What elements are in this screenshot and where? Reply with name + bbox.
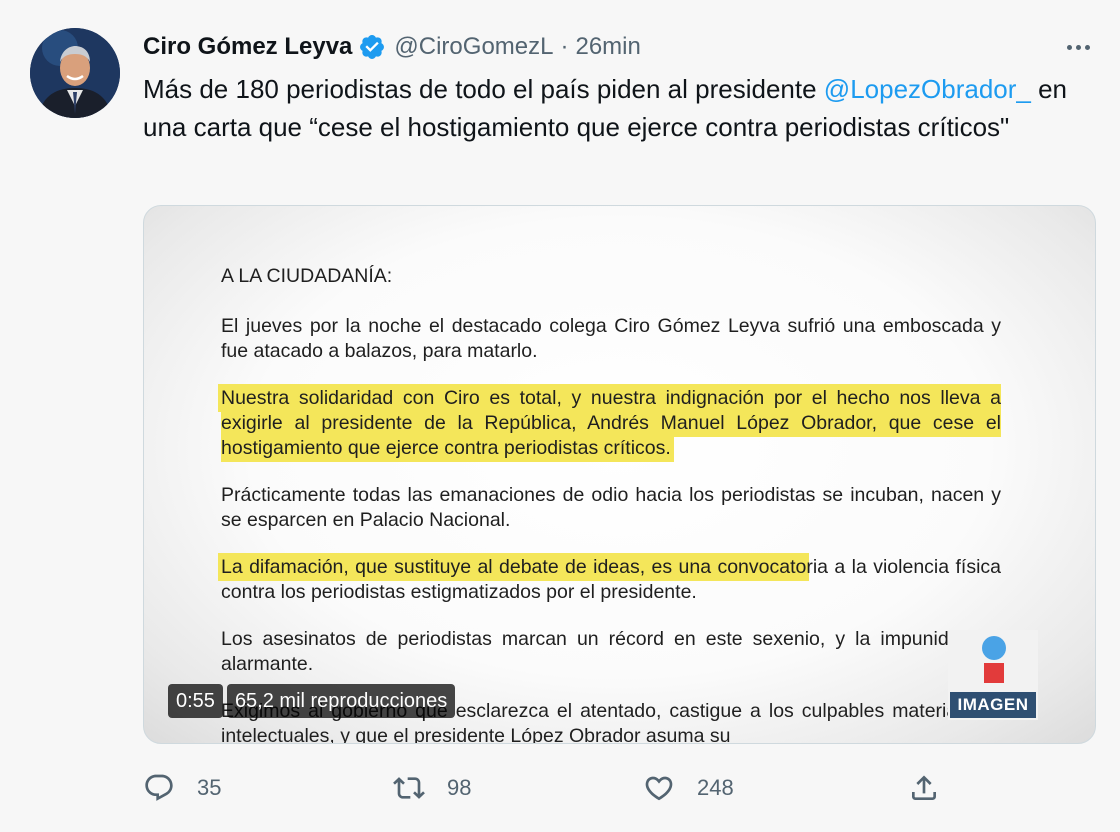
letter-heading: A LA CIUDADANÍA: [221, 265, 393, 287]
retweet-button[interactable]: 98 [393, 768, 471, 808]
share-icon [912, 775, 936, 800]
tweet: Ciro Gómez Leyva @CiroGomezL · 26min Más… [0, 0, 1120, 832]
avatar[interactable] [30, 28, 120, 118]
imagen-logo: IMAGEN [948, 630, 1038, 720]
video-player[interactable]: A LA CIUDADANÍA: El jueves por la noche … [143, 205, 1096, 744]
tweet-text: Más de 180 periodistas de todo el país p… [143, 70, 1083, 146]
retweet-count: 98 [447, 775, 472, 800]
letter-paragraph-2: Nuestra solidaridad con Ciro es total, y… [221, 386, 1001, 461]
author-name[interactable]: Ciro Gómez Leyva [143, 33, 352, 61]
letter-paragraph-4: La difamación, que sustituye al debate d… [221, 555, 1001, 605]
like-button[interactable]: 248 [643, 768, 734, 808]
share-button[interactable] [908, 768, 940, 808]
like-icon [645, 776, 673, 801]
letter-paragraph-3: Prácticamente todas las emanaciones de o… [221, 484, 1001, 531]
highlighted-text: La difamación, que sustituye al debate d… [221, 556, 807, 578]
action-bar: 35 98 248 [143, 768, 943, 808]
reply-button[interactable]: 35 [143, 768, 221, 808]
more-icon[interactable] [1060, 35, 1096, 59]
logo-circle-shape [982, 636, 1006, 660]
author-handle[interactable]: @CiroGomezL [394, 33, 553, 61]
retweet-icon [393, 777, 425, 799]
tweet-text-before: Más de 180 periodistas de todo el país p… [143, 74, 824, 104]
reply-count: 35 [197, 775, 222, 800]
letter-document: A LA CIUDADANÍA: El jueves por la noche … [221, 264, 1001, 743]
video-duration: 0:55 [168, 684, 223, 718]
like-count: 248 [697, 775, 734, 800]
tweet-timestamp[interactable]: 26min [575, 33, 640, 61]
separator-dot: · [560, 33, 569, 60]
letter-paragraph-5: Los asesinatos de periodistas marcan un … [221, 628, 1001, 675]
verified-badge-icon [358, 33, 386, 61]
reply-icon [145, 774, 173, 801]
video-view-count: 65,2 mil reproducciones [226, 684, 456, 718]
highlighted-text: Nuestra solidaridad con Ciro es total, y… [221, 387, 1001, 459]
letter-paragraph-1: El jueves por la noche el destacado cole… [221, 315, 1001, 362]
logo-square-shape [984, 663, 1004, 683]
video-overlay: 0:55 65,2 mil reproducciones [168, 684, 456, 718]
mention-link[interactable]: @LopezObrador_ [824, 74, 1031, 104]
logo-text: IMAGEN [950, 692, 1036, 718]
tweet-header: Ciro Gómez Leyva @CiroGomezL · 26min [143, 31, 641, 63]
